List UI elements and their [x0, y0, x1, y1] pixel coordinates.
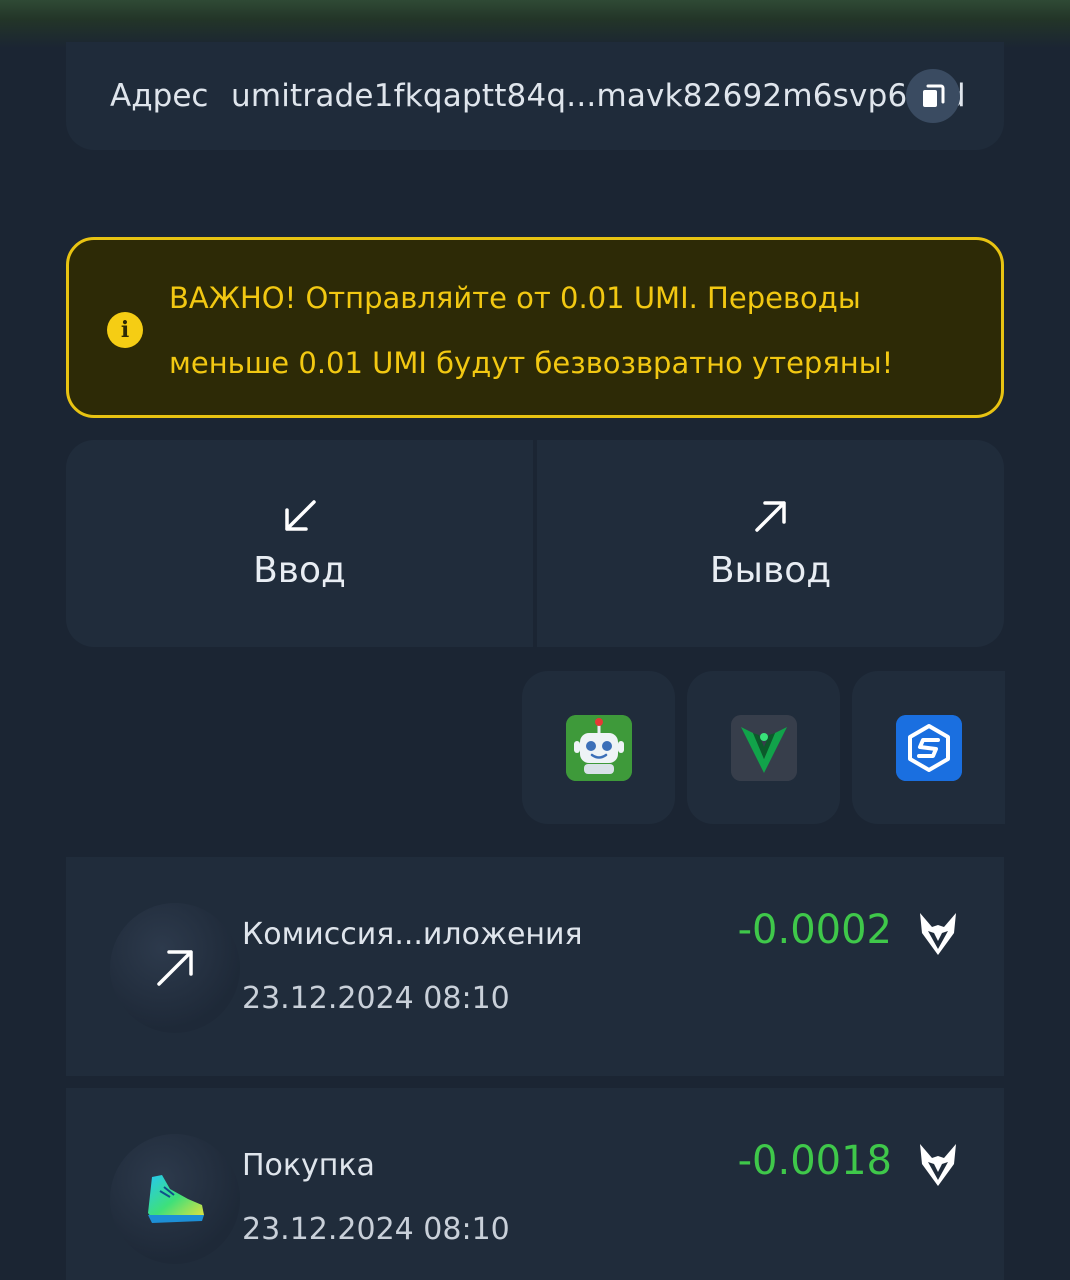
arrow-down-left-icon [284, 500, 316, 531]
address-label: Адрес [110, 78, 209, 114]
app-tile-v-logo[interactable] [687, 671, 840, 824]
fox-coin-icon [920, 913, 956, 955]
transaction-title: Покупка [242, 1148, 375, 1183]
address-value[interactable]: umitrade1fkqaptt84q...mavk82692m6svp65xd [231, 78, 966, 114]
transaction-amount: -0.0018 [737, 1138, 892, 1184]
app-tile-hex[interactable] [852, 671, 1005, 824]
sneaker-icon [148, 1175, 204, 1223]
copy-icon [923, 84, 945, 107]
hex-s-app-icon [895, 714, 962, 781]
arrow-up-right-icon [754, 501, 786, 532]
transaction-title: Комиссия...иложения [242, 917, 583, 952]
withdraw-button[interactable]: Вывод [537, 440, 1004, 647]
fox-coin-icon [920, 1144, 956, 1186]
info-icon: i [107, 312, 143, 348]
transaction-avatar [110, 1134, 240, 1264]
transaction-row[interactable]: Комиссия...иложения 23.12.2024 08:10 -0.… [66, 857, 1004, 1076]
copy-address-button[interactable] [906, 69, 960, 123]
robot-app-icon [565, 714, 632, 781]
transaction-row[interactable]: Покупка 23.12.2024 08:10 -0.0018 [66, 1088, 1004, 1280]
withdraw-label: Вывод [709, 550, 832, 591]
top-gradient [0, 0, 1070, 48]
transaction-amount: -0.0002 [737, 907, 892, 953]
deposit-label: Ввод [253, 550, 346, 591]
transaction-date: 23.12.2024 08:10 [242, 981, 510, 1016]
warning-banner: i ВАЖНО! Отправляйте от 0.01 UMI. Перево… [66, 237, 1004, 418]
arrow-up-right-icon [157, 950, 193, 986]
v-logo-app-icon [730, 714, 797, 781]
transaction-avatar [110, 903, 240, 1033]
transaction-date: 23.12.2024 08:10 [242, 1212, 510, 1247]
app-tile-robot[interactable] [522, 671, 675, 824]
app-shortcuts [522, 671, 1005, 824]
deposit-button[interactable]: Ввод [66, 440, 533, 647]
warning-text: ВАЖНО! Отправляйте от 0.01 UMI. Переводы… [169, 281, 894, 380]
address-card: Адрес umitrade1fkqaptt84q...mavk82692m6s… [66, 42, 1004, 150]
action-buttons: Ввод Вывод [66, 440, 1004, 647]
